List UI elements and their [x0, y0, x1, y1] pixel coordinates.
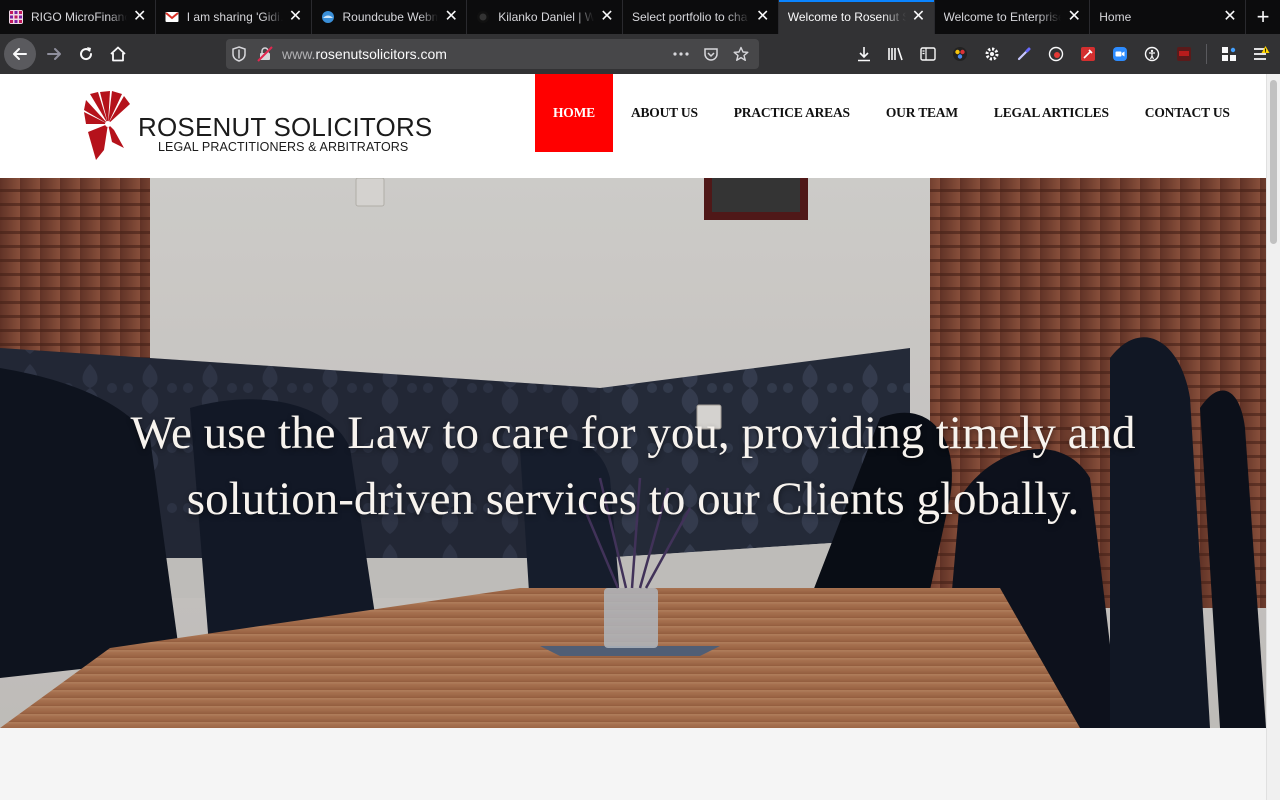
library-icon[interactable] [884, 42, 908, 66]
brand-tagline: LEGAL PRACTITIONERS & ARBITRATORS [158, 140, 409, 154]
tab-title: Kilanko Daniel | Wo [498, 10, 594, 24]
dark-badge-extension-icon[interactable] [1172, 42, 1196, 66]
tab-close-icon[interactable]: ✕ [910, 8, 928, 26]
forward-button[interactable] [38, 38, 70, 70]
new-tab-icon[interactable]: + [1246, 0, 1280, 34]
navigation-toolbar: www.rosenutsolicitors.com [0, 34, 1280, 74]
pocket-icon[interactable] [699, 42, 723, 66]
tab-title: Roundcube Webmail [342, 10, 439, 24]
sidebar-icon[interactable] [916, 42, 940, 66]
site-header: ROSENUT SOLICITORS LEGAL PRACTITIONERS &… [0, 74, 1266, 178]
tab-rosenut[interactable]: Welcome to Rosenut S ✕ [778, 0, 935, 34]
forward-arrow-icon [47, 48, 61, 60]
scrollbar-thumb[interactable] [1270, 80, 1277, 244]
hero-banner: We use the Law to care for you, providin… [0, 178, 1266, 728]
menu-hamburger-icon[interactable] [1249, 42, 1273, 66]
tab-close-icon[interactable]: ✕ [442, 8, 460, 26]
brand-name: ROSENUT SOLICITORS [138, 112, 433, 142]
accessibility-extension-icon[interactable] [1140, 42, 1164, 66]
page-actions-icon[interactable] [669, 42, 693, 66]
home-button[interactable] [102, 38, 134, 70]
hero-headline: We use the Law to care for you, providin… [60, 400, 1206, 532]
bookmark-star-icon[interactable] [729, 42, 753, 66]
main-menu: HOME ABOUT US PRACTICE AREAS OUR TEAM LE… [535, 74, 1248, 152]
web-page: ROSENUT SOLICITORS LEGAL PRACTITIONERS &… [0, 74, 1266, 800]
tab-rigo[interactable]: RIGO MicroFinance ✕ [0, 0, 156, 34]
download-icon[interactable] [852, 42, 876, 66]
back-arrow-icon [13, 48, 27, 60]
extensions-puzzle-icon[interactable] [1217, 42, 1241, 66]
tab-strip: RIGO MicroFinance ✕ I am sharing 'Gidi… … [0, 0, 1280, 34]
red-tool-extension-icon[interactable] [1076, 42, 1100, 66]
github-favicon-icon [477, 11, 490, 23]
tab-close-icon[interactable]: ✕ [754, 8, 772, 26]
back-button[interactable] [4, 38, 36, 70]
tab-close-icon[interactable]: ✕ [598, 8, 616, 26]
color-picker-extension-icon[interactable] [948, 42, 972, 66]
tab-title: Welcome to Rosenut S [787, 10, 906, 24]
site-logo[interactable]: ROSENUT SOLICITORS LEGAL PRACTITIONERS &… [84, 90, 432, 162]
menu-item-legal-articles[interactable]: LEGAL ARTICLES [976, 74, 1127, 152]
toolbar-separator [1206, 44, 1207, 64]
tab-title: I am sharing 'Gidi… [186, 10, 283, 24]
content-section [0, 728, 1266, 800]
tab-select-portfolio[interactable]: Select portfolio to cha ✕ [623, 0, 779, 34]
url-host: rosenutsolicitors.com [315, 46, 447, 62]
tab-close-icon[interactable]: ✕ [1221, 8, 1239, 26]
menu-item-home[interactable]: HOME [535, 74, 613, 152]
toolbar-extensions [852, 38, 1273, 70]
zoom-extension-icon[interactable] [1108, 42, 1132, 66]
home-icon [110, 46, 126, 62]
menu-item-contact-us[interactable]: CONTACT US [1127, 74, 1248, 152]
menu-item-practice-areas[interactable]: PRACTICE AREAS [716, 74, 868, 152]
tab-home[interactable]: Home ✕ [1090, 0, 1246, 34]
hero-headline-line-2: solution-driven services to our Clients … [186, 473, 1080, 525]
tab-title: Home [1099, 10, 1132, 24]
tab-roundcube[interactable]: Roundcube Webmail ✕ [312, 0, 468, 34]
grid-favicon-icon [9, 10, 23, 24]
reload-button[interactable] [70, 38, 102, 70]
page-scrollbar[interactable] [1266, 74, 1280, 800]
menu-item-our-team[interactable]: OUR TEAM [868, 74, 976, 152]
tab-title: Welcome to Enterprise [943, 10, 1062, 24]
roundcube-favicon-icon [321, 11, 334, 23]
tab-gmail[interactable]: I am sharing 'Gidi… ✕ [156, 0, 312, 34]
tab-close-icon[interactable]: ✕ [287, 8, 305, 26]
gmail-favicon-icon [165, 12, 179, 22]
gear-extension-icon[interactable] [980, 42, 1004, 66]
tab-title: Select portfolio to cha [632, 10, 748, 24]
tab-title: RIGO MicroFinance [31, 10, 127, 24]
tab-close-icon[interactable]: ✕ [131, 8, 149, 26]
tab-enterprise[interactable]: Welcome to Enterprise ✕ [935, 0, 1091, 34]
url-prefix: www. [282, 46, 316, 62]
menu-item-about-us[interactable]: ABOUT US [613, 74, 716, 152]
url-text[interactable]: www.rosenutsolicitors.com [282, 46, 447, 62]
reload-icon [80, 47, 93, 61]
red-circle-extension-icon[interactable] [1044, 42, 1068, 66]
insecure-lock-icon[interactable] [252, 46, 278, 62]
rosenut-emblem-icon [84, 91, 130, 160]
tab-kilanko[interactable]: Kilanko Daniel | Wo ✕ [467, 0, 623, 34]
shield-icon[interactable] [226, 46, 252, 62]
eyedropper-extension-icon[interactable] [1012, 42, 1036, 66]
tab-close-icon[interactable]: ✕ [1065, 8, 1083, 26]
url-bar[interactable]: www.rosenutsolicitors.com [226, 39, 759, 69]
hero-headline-line-1: We use the Law to care for you, providin… [130, 407, 1136, 459]
